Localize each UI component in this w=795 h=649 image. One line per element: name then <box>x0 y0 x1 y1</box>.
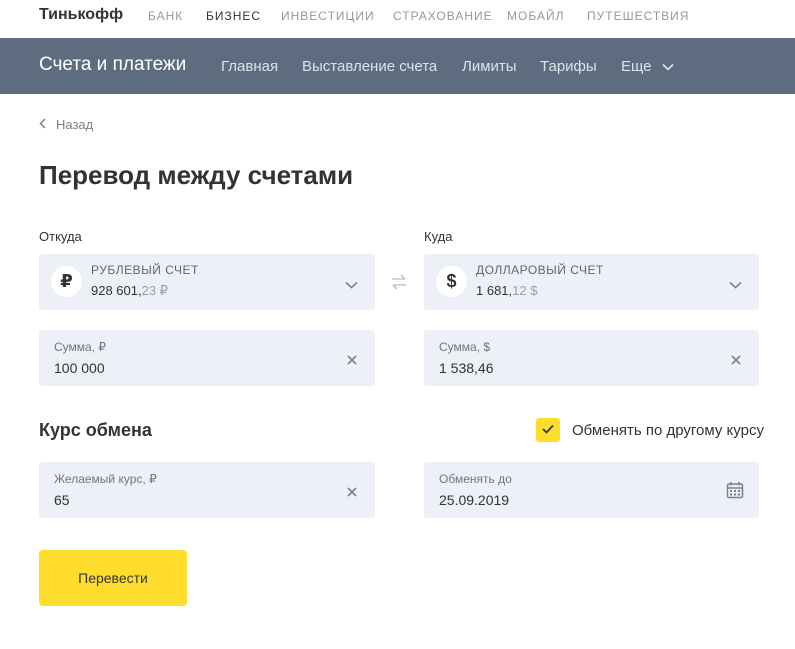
clear-icon[interactable] <box>347 352 357 370</box>
to-label: Куда <box>424 229 453 244</box>
subnav-item-main[interactable]: Главная <box>221 58 278 75</box>
section-title[interactable]: Счета и платежи <box>39 54 186 76</box>
clear-icon[interactable] <box>347 484 357 502</box>
from-balance-int: 928 601, <box>91 283 142 298</box>
chevron-down-icon <box>345 276 358 294</box>
subnav-item-limits[interactable]: Лимиты <box>462 58 517 75</box>
from-account-select[interactable]: ₽ РУБЛЕВЫЙ СЧЕТ 928 601,23 ₽ <box>39 254 375 310</box>
calendar-icon[interactable] <box>726 481 744 504</box>
topnav-item-business[interactable]: БИЗНЕС <box>206 9 261 23</box>
from-balance-dec: 23 ₽ <box>141 283 168 298</box>
exchange-until-field[interactable]: Обменять до 25.09.2019 <box>424 462 759 518</box>
custom-rate-checkbox[interactable] <box>536 418 560 442</box>
from-amount-value[interactable]: 100 000 <box>54 360 105 376</box>
from-amount-field[interactable]: Сумма, ₽ 100 000 <box>39 330 375 386</box>
to-balance-int: 1 681, <box>476 283 513 298</box>
topnav-item-travel[interactable]: ПУТЕШЕСТВИЯ <box>587 9 689 23</box>
dollar-icon: $ <box>436 266 467 297</box>
from-account-balance: 928 601,23 ₽ <box>91 283 168 299</box>
exchange-until-value[interactable]: 25.09.2019 <box>439 492 509 508</box>
chevron-left-icon <box>39 117 46 132</box>
chevron-down-icon <box>661 58 674 75</box>
check-icon <box>542 421 554 439</box>
page-title: Перевод между счетами <box>39 160 354 190</box>
topnav-item-mobile[interactable]: МОБАЙЛ <box>507 9 564 23</box>
to-amount-value[interactable]: 1 538,46 <box>439 360 494 376</box>
desired-rate-label: Желаемый курс, ₽ <box>54 472 157 486</box>
subnav-more-label: Еще <box>621 58 652 75</box>
from-amount-label: Сумма, ₽ <box>54 340 107 354</box>
subnav-more-menu[interactable]: Еще <box>621 58 674 75</box>
exchange-rate-title: Курс обмена <box>39 420 152 440</box>
subnav-item-invoicing[interactable]: Выставление счета <box>302 58 437 75</box>
to-account-name: ДОЛЛАРОВЫЙ СЧЕТ <box>476 263 604 277</box>
transfer-button[interactable]: Перевести <box>39 550 187 606</box>
from-account-name: РУБЛЕВЫЙ СЧЕТ <box>91 263 199 277</box>
ruble-icon: ₽ <box>51 266 82 297</box>
to-balance-dec: 12 $ <box>512 283 538 298</box>
swap-accounts-icon[interactable] <box>389 272 409 297</box>
custom-rate-label[interactable]: Обменять по другому курсу <box>572 422 764 439</box>
desired-rate-field[interactable]: Желаемый курс, ₽ 65 <box>39 462 375 518</box>
to-account-balance: 1 681,12 $ <box>476 283 537 298</box>
to-amount-field[interactable]: Сумма, $ 1 538,46 <box>424 330 759 386</box>
back-label: Назад <box>56 117 94 132</box>
from-label: Откуда <box>39 229 82 244</box>
section-navigation: Счета и платежи Главная Выставление счет… <box>0 38 795 94</box>
clear-icon[interactable] <box>731 352 741 370</box>
topnav-item-investments[interactable]: ИНВЕСТИЦИИ <box>281 9 375 23</box>
back-link[interactable]: Назад <box>39 117 93 132</box>
to-account-select[interactable]: $ ДОЛЛАРОВЫЙ СЧЕТ 1 681,12 $ <box>424 254 759 310</box>
to-amount-label: Сумма, $ <box>439 340 491 354</box>
brand-logo[interactable]: Тинькофф <box>39 6 123 24</box>
exchange-until-label: Обменять до <box>439 472 512 486</box>
topnav-item-insurance[interactable]: СТРАХОВАНИЕ <box>393 9 493 23</box>
topnav-item-bank[interactable]: БАНК <box>148 9 183 23</box>
top-navigation: Тинькофф БАНК БИЗНЕС ИНВЕСТИЦИИ СТРАХОВА… <box>0 0 795 38</box>
desired-rate-value[interactable]: 65 <box>54 492 70 508</box>
subnav-item-tariffs[interactable]: Тарифы <box>540 58 597 75</box>
chevron-down-icon <box>729 276 742 294</box>
